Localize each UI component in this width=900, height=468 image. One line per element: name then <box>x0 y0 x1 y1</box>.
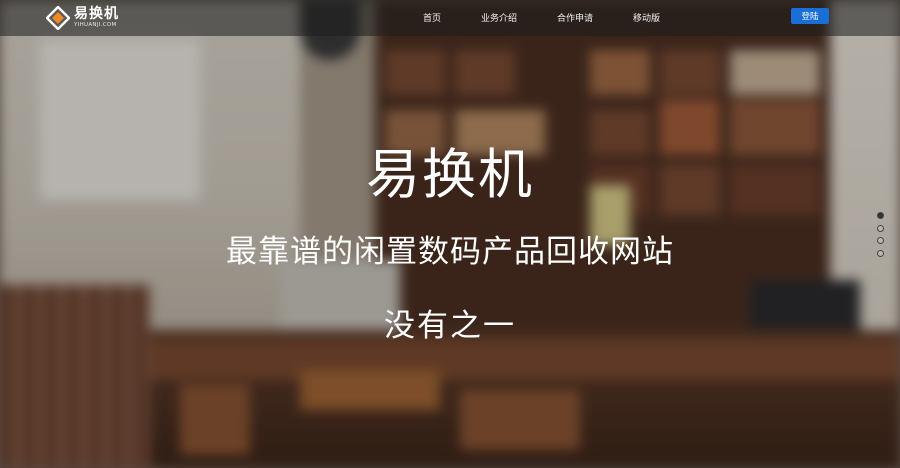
main-nav: 首页 业务介绍 合作申请 移动版 <box>0 0 900 36</box>
nav-item-mobile[interactable]: 移动版 <box>633 11 660 24</box>
slide-pagination <box>877 212 885 262</box>
hero-tagline: 没有之一 <box>384 308 516 344</box>
top-navbar: 易换机 YIHUANJI.COM 首页 业务介绍 合作申请 移动版 登陆 <box>0 0 900 36</box>
hero-title: 易换机 <box>366 143 534 206</box>
slide-dot-4[interactable] <box>877 249 884 257</box>
nav-item-home[interactable]: 首页 <box>423 11 441 24</box>
slide-dot-1[interactable] <box>877 212 884 219</box>
slide-dot-3[interactable] <box>877 237 884 244</box>
hero-subtitle: 最靠谱的闲置数码产品回收网站 <box>226 234 674 270</box>
login-button[interactable]: 登陆 <box>791 8 829 24</box>
nav-item-partnership[interactable]: 合作申请 <box>557 11 593 24</box>
slide-dot-2[interactable] <box>877 224 884 232</box>
nav-item-business[interactable]: 业务介绍 <box>481 11 517 24</box>
